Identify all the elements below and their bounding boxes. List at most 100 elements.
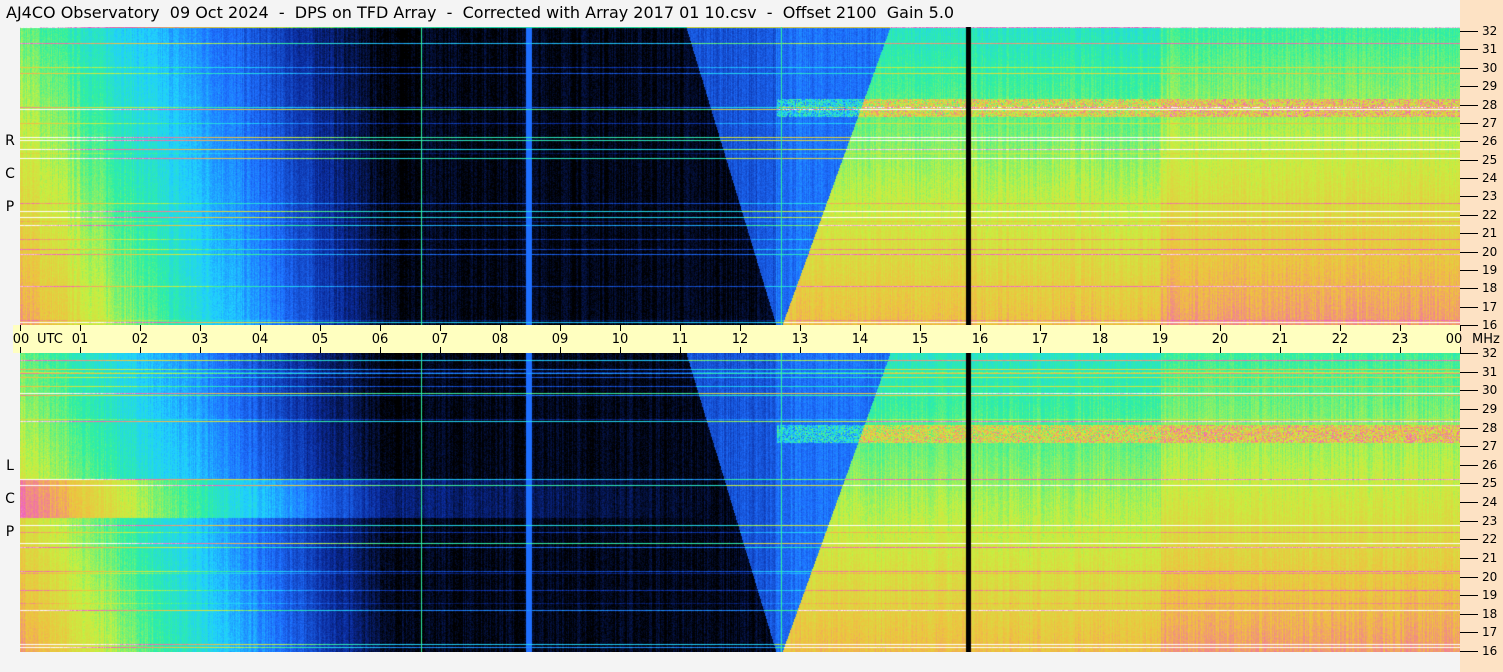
y-tick-mark — [1460, 353, 1478, 354]
x-tick-mark — [1400, 347, 1401, 353]
chart-title: AJ4CO Observatory 09 Oct 2024 - DPS on T… — [6, 3, 955, 22]
x-tick-mark — [860, 325, 861, 331]
y-tick-label: 23 — [1482, 513, 1498, 528]
x-tick-mark — [440, 325, 441, 331]
x-tick-mark — [140, 347, 141, 353]
y-tick-label: 17 — [1482, 625, 1498, 640]
x-tick-mark — [920, 347, 921, 353]
y-tick-label: 16 — [1482, 644, 1498, 658]
y-tick-label: 29 — [1482, 401, 1498, 416]
x-tick-mark — [860, 347, 861, 353]
y-tick-label: 30 — [1482, 60, 1498, 75]
x-tick-mark — [800, 347, 801, 353]
x-tick-label: 18 — [1091, 332, 1109, 347]
x-tick-mark — [260, 325, 261, 331]
y-tick-label: 22 — [1482, 532, 1498, 547]
x-tick-mark — [1160, 325, 1161, 331]
x-tick-mark — [440, 347, 441, 353]
x-tick-mark — [20, 325, 21, 331]
x-tick-label: 08 — [491, 332, 509, 347]
lcp-heatmap — [20, 353, 1460, 652]
x-tick-mark — [200, 325, 201, 331]
y-tick-label: 27 — [1482, 115, 1498, 130]
rcp-spectrogram — [20, 27, 1460, 325]
x-tick-mark — [1220, 347, 1221, 353]
y-tick-label: 26 — [1482, 134, 1498, 149]
y-tick-mark — [1460, 483, 1478, 485]
y-tick-label: 17 — [1482, 299, 1498, 314]
y-tick-label: 22 — [1482, 207, 1498, 222]
y-tick-mark — [1460, 288, 1478, 290]
y-tick-label: 31 — [1482, 364, 1498, 379]
x-tick-label: 11 — [671, 332, 689, 347]
x-tick-mark — [1340, 347, 1341, 353]
x-tick-mark — [260, 347, 261, 353]
y-tick-mark — [1460, 557, 1478, 559]
y-tick-mark — [1460, 613, 1478, 615]
y-tick-mark — [1460, 251, 1478, 253]
x-tick-mark — [980, 347, 981, 353]
y-tick-label: 18 — [1482, 606, 1498, 621]
y-tick-label: 27 — [1482, 439, 1498, 454]
x-tick-label: 00 — [1445, 332, 1463, 347]
x-tick-label: 19 — [1151, 332, 1169, 347]
y-tick-mark — [1460, 67, 1478, 69]
y-tick-label: 32 — [1482, 24, 1498, 38]
x-tick-mark — [1100, 325, 1101, 331]
y-tick-mark — [1460, 651, 1478, 652]
panel-label-letter: L — [6, 458, 14, 474]
panel-label-letter: R — [5, 133, 15, 149]
x-tick-label: 22 — [1331, 332, 1349, 347]
y-tick-mark — [1460, 371, 1478, 373]
x-tick-mark — [980, 325, 981, 331]
y-tick-label: 28 — [1482, 97, 1498, 112]
y-tick-mark — [1460, 306, 1478, 308]
y-tick-mark — [1460, 576, 1478, 578]
panel-label-letter: C — [5, 166, 15, 182]
y-tick-label: 25 — [1482, 152, 1498, 167]
y-tick-label: 23 — [1482, 189, 1498, 204]
y-tick-mark — [1460, 86, 1478, 88]
y-tick-mark — [1460, 159, 1478, 161]
y-tick-mark — [1460, 520, 1478, 522]
y-tick-mark — [1460, 595, 1478, 597]
x-tick-mark — [1280, 325, 1281, 331]
x-tick-mark — [680, 347, 681, 353]
x-tick-mark — [380, 325, 381, 331]
y-tick-label: 19 — [1482, 588, 1498, 603]
y-tick-label: 18 — [1482, 281, 1498, 296]
x-tick-label: 07 — [431, 332, 449, 347]
x-tick-label: 20 — [1211, 332, 1229, 347]
rcp-heatmap — [20, 27, 1460, 325]
x-tick-label: 10 — [611, 332, 629, 347]
y-tick-label: 16 — [1482, 318, 1498, 332]
x-tick-label: 04 — [251, 332, 269, 347]
x-tick-mark — [620, 325, 621, 331]
y-tick-label: 21 — [1482, 226, 1498, 241]
y-tick-label: 26 — [1482, 457, 1498, 472]
x-tick-mark — [1100, 347, 1101, 353]
y-tick-mark — [1460, 196, 1478, 198]
y-tick-label: 24 — [1482, 495, 1498, 509]
panel-label-letter: P — [5, 524, 15, 540]
x-tick-mark — [1040, 325, 1041, 331]
y-tick-mark — [1460, 31, 1478, 32]
x-tick-label: 02 — [131, 332, 149, 347]
x-axis-label: UTC — [37, 332, 63, 347]
x-tick-mark — [320, 325, 321, 331]
x-tick-mark — [560, 347, 561, 353]
x-tick-mark — [800, 325, 801, 331]
y-tick-mark — [1460, 539, 1478, 541]
x-tick-mark — [80, 325, 81, 331]
x-tick-label: 14 — [851, 332, 869, 347]
x-tick-mark — [1040, 347, 1041, 353]
y-tick-label: 20 — [1482, 569, 1498, 584]
x-tick-mark — [1400, 325, 1401, 331]
x-tick-mark — [620, 347, 621, 353]
y-tick-label: 29 — [1482, 79, 1498, 94]
x-tick-mark — [1160, 347, 1161, 353]
x-tick-mark — [200, 347, 201, 353]
x-tick-mark — [560, 325, 561, 331]
x-tick-label: 23 — [1391, 332, 1409, 347]
x-tick-mark — [80, 347, 81, 353]
